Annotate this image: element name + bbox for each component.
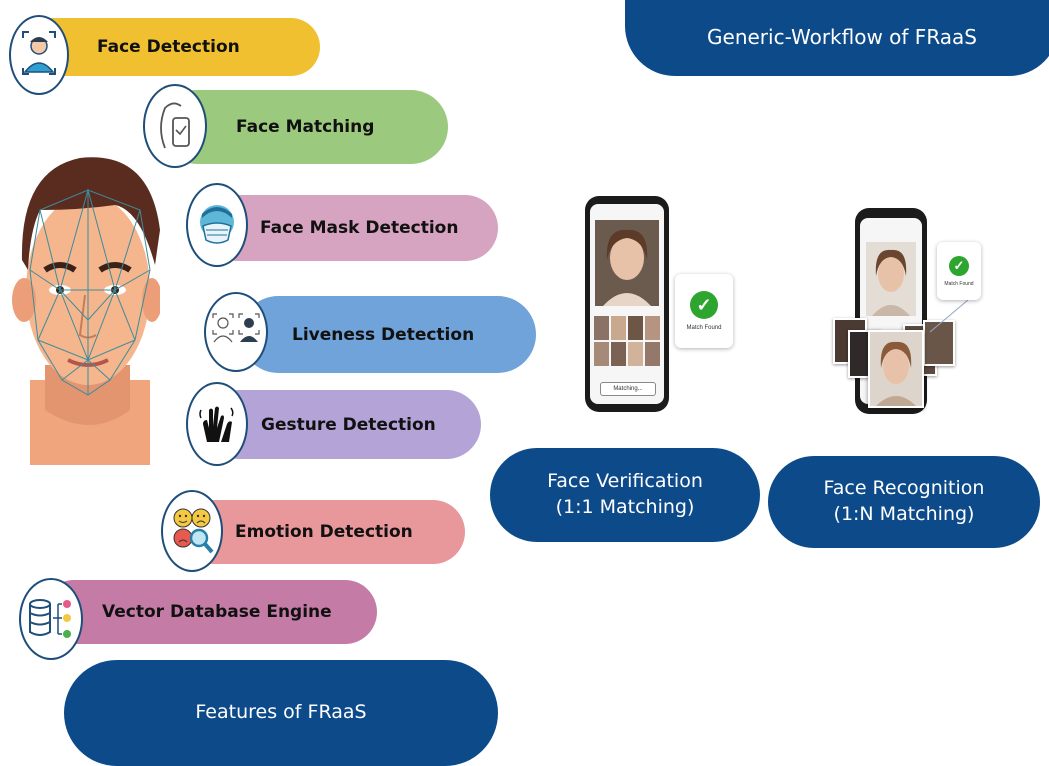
recognition-match-card: ✓ Match Found [937, 242, 981, 300]
portrait-woman [866, 242, 916, 316]
matching-progress-label: Matching... [613, 386, 643, 392]
verification-title: Face Verification [547, 470, 703, 493]
candidate-grid [594, 316, 660, 366]
feature-face-mask-detection: Face Mask Detection [205, 195, 498, 261]
database-icon [19, 578, 83, 660]
recognition-subtitle: (1:N Matching) [833, 503, 975, 525]
feature-vector-database-engine: Vector Database Engine [42, 580, 377, 644]
person-scan-icon [9, 15, 69, 95]
verification-subtitle: (1:1 Matching) [555, 496, 695, 518]
feature-label: Emotion Detection [235, 522, 413, 542]
features-title-text: Features of FRaaS [195, 701, 367, 724]
feature-label: Gesture Detection [261, 414, 436, 435]
match-found-label: Match Found [944, 280, 974, 287]
gesture-hands-icon [186, 382, 248, 466]
recognition-label: Face Recognition (1:N Matching) [768, 456, 1040, 548]
face-phone-icon [143, 84, 207, 168]
feature-label: Liveness Detection [292, 324, 475, 345]
connector-line [929, 299, 969, 333]
feature-face-detection: Face Detection [25, 18, 320, 76]
feature-label: Face Mask Detection [260, 218, 459, 238]
feature-liveness-detection: Liveness Detection [240, 296, 536, 373]
check-icon: ✓ [690, 291, 718, 319]
verification-label: Face Verification (1:1 Matching) [490, 448, 760, 542]
liveness-icon [204, 292, 268, 372]
verification-match-card: ✓ Match Found [675, 274, 733, 348]
match-found-label: Match Found [686, 325, 722, 331]
feature-label: Face Matching [236, 117, 375, 137]
recognition-title: Face Recognition [823, 477, 985, 500]
mask-icon [186, 183, 248, 267]
feature-label: Vector Database Engine [102, 602, 332, 622]
portrait-woman [595, 220, 659, 306]
feature-label: Face Detection [97, 37, 240, 57]
workflow-title-text: Generic-Workflow of FRaaS [707, 24, 977, 49]
matching-progress: Matching... [600, 382, 656, 396]
emotion-faces-icon [161, 490, 223, 572]
verification-screen: Matching... [590, 204, 664, 404]
verification-phone: Matching... [585, 196, 669, 412]
candidate-photo-match [868, 330, 924, 408]
check-icon: ✓ [949, 255, 969, 276]
workflow-title: Generic-Workflow of FRaaS [625, 0, 1049, 76]
face-mesh-illustration [12, 157, 160, 465]
features-title: Features of FRaaS [64, 660, 498, 766]
